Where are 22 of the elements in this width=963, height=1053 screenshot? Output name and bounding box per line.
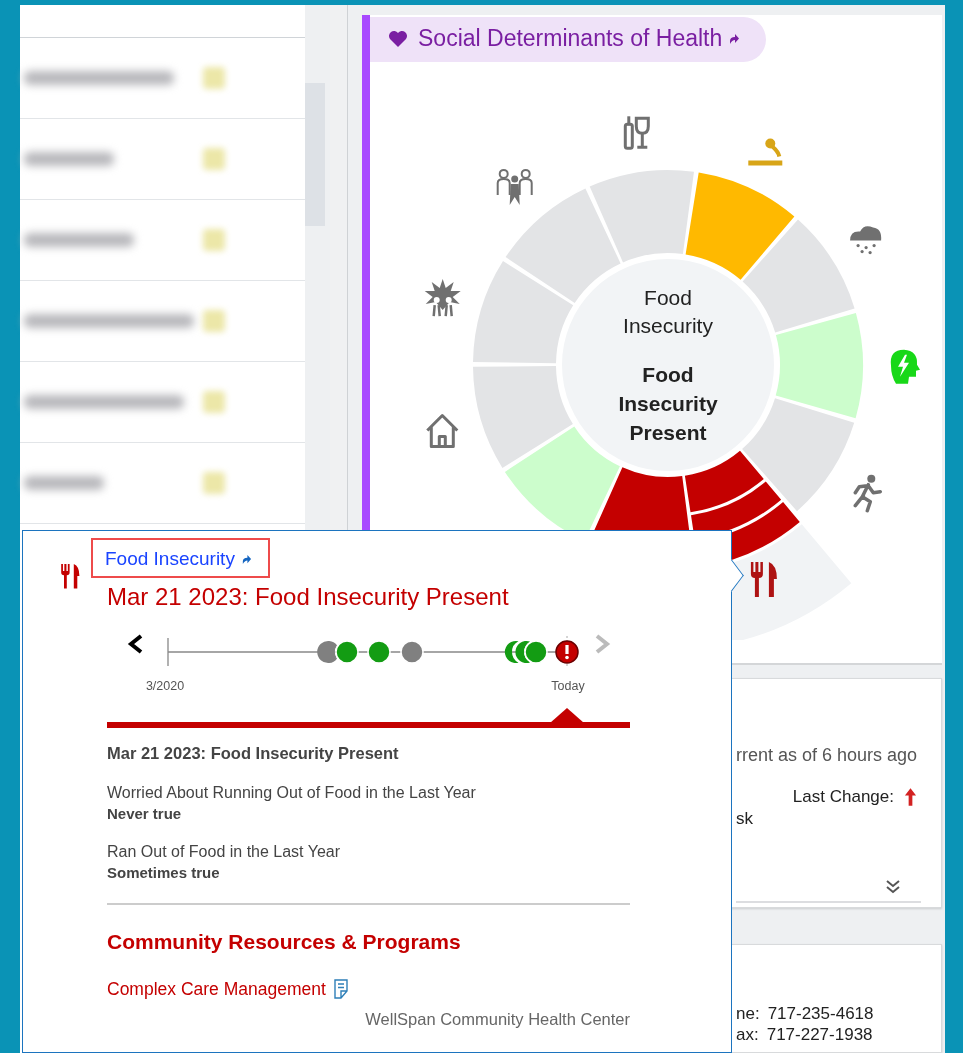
answer-text: Never true [107, 804, 182, 824]
program-link[interactable]: Complex Care Management [107, 977, 326, 1001]
domain-link[interactable]: Food Insecurity [91, 538, 270, 578]
updated-text: rrent as of 6 hours ago [736, 744, 919, 767]
question-text: Worried About Running Out of Food in the Last Year [107, 783, 476, 803]
entry-heading: Mar 21 2023: Food Insecurity Present [107, 743, 399, 763]
start-date-label: 3/2020 [145, 679, 185, 693]
contact-label: ax: [736, 1024, 759, 1045]
phone-number: 717-235-4618 [767, 1003, 874, 1024]
domain-label: Food Insecurity [623, 285, 713, 339]
section-heading: Community Resources & Programs [107, 929, 461, 955]
contact-label: ne: [736, 1003, 760, 1024]
provider-text: WellSpan Community Health Center [365, 1009, 630, 1029]
panel-title-link[interactable]: Social Determinants of Health [370, 17, 767, 62]
question-text: Ran Out of Food in the Last Year [107, 842, 341, 862]
answer-text: Sometimes true [107, 863, 220, 883]
last-change-label: Last Change: [792, 787, 894, 807]
phone-number: 717-227-1938 [766, 1024, 873, 1045]
end-date-label: Today [551, 679, 585, 693]
popup-title: Mar 21 2023: Food Insecurity Present [107, 582, 509, 612]
status-label: Food Insecurity Present [618, 362, 718, 446]
risk-text: sk [736, 809, 754, 829]
